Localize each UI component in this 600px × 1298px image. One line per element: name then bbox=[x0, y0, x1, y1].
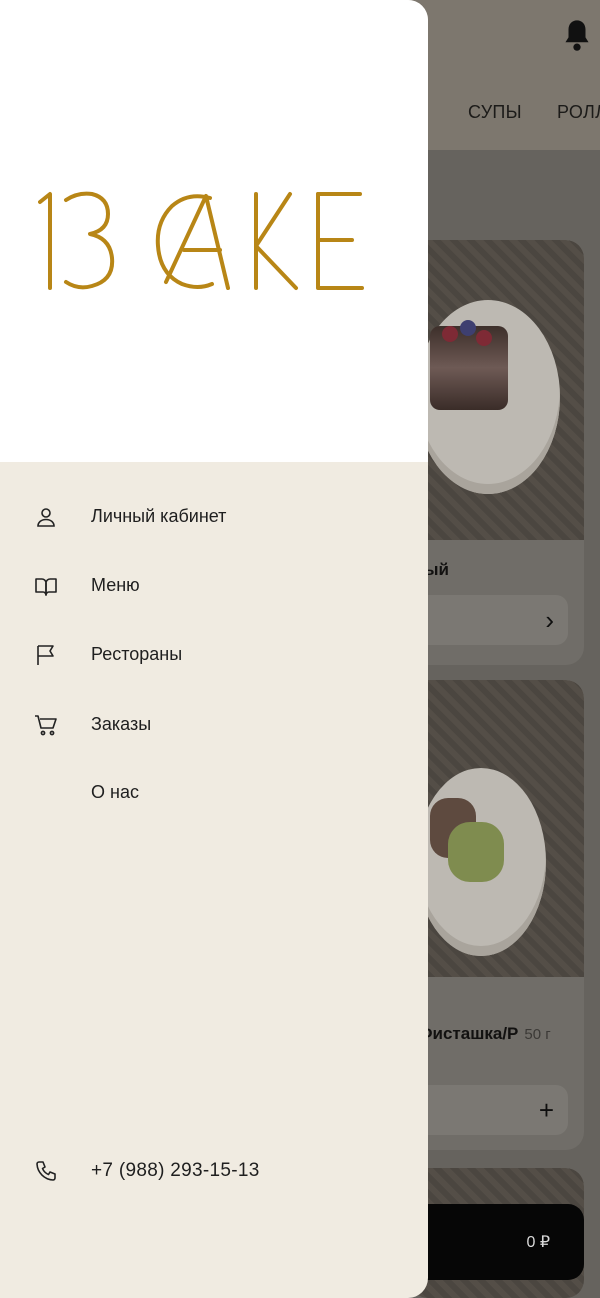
phone-link[interactable]: +7 (988) 293-15-13 bbox=[30, 1151, 410, 1191]
chevron-right-icon: › bbox=[545, 605, 554, 635]
menu-item-menu[interactable]: Меню bbox=[30, 566, 410, 606]
user-icon bbox=[37, 508, 55, 527]
book-icon bbox=[35, 578, 57, 596]
menu-item-profile[interactable]: Личный кабинет bbox=[30, 497, 410, 537]
menu-item-label: Меню bbox=[91, 575, 140, 595]
phone-number: +7 (988) 293-15-13 bbox=[91, 1160, 260, 1181]
menu-item-orders[interactable]: Заказы bbox=[30, 705, 410, 745]
drawer-logo-area bbox=[0, 0, 428, 462]
menu-item-restaurants[interactable]: Рестораны bbox=[30, 635, 410, 675]
product-title: Фисташка/Р 50 г bbox=[418, 1024, 551, 1043]
phone-icon bbox=[36, 1161, 56, 1181]
flag-icon bbox=[37, 645, 54, 665]
add-to-cart-button[interactable]: + bbox=[410, 1085, 568, 1135]
product-weight: 50 г bbox=[524, 1026, 551, 1043]
menu-item-label: Заказы bbox=[91, 714, 152, 734]
menu-item-label: Рестораны bbox=[91, 644, 183, 664]
product-photo bbox=[410, 680, 584, 977]
side-drawer: Личный кабинет Меню Рестораны Заказы О н… bbox=[0, 0, 428, 1298]
cart-icon bbox=[35, 715, 57, 736]
menu-item-about[interactable]: О нас bbox=[30, 773, 410, 813]
category-tab-soups[interactable]: СУПЫ bbox=[468, 102, 522, 123]
product-card[interactable] bbox=[410, 680, 584, 1150]
cart-total: 0 ₽ bbox=[526, 1234, 550, 1251]
bell-icon[interactable] bbox=[562, 18, 592, 52]
category-tab-rolls[interactable]: РОЛЛ bbox=[557, 102, 600, 123]
cart-bar[interactable]: 0 ₽ bbox=[410, 1204, 584, 1280]
menu-item-label: Личный кабинет bbox=[91, 506, 227, 526]
brand-logo bbox=[38, 191, 364, 290]
plus-icon: + bbox=[538, 1095, 554, 1125]
product-photo bbox=[410, 240, 584, 540]
menu-item-label: О нас bbox=[91, 782, 139, 802]
product-open-button[interactable]: › bbox=[410, 595, 568, 645]
